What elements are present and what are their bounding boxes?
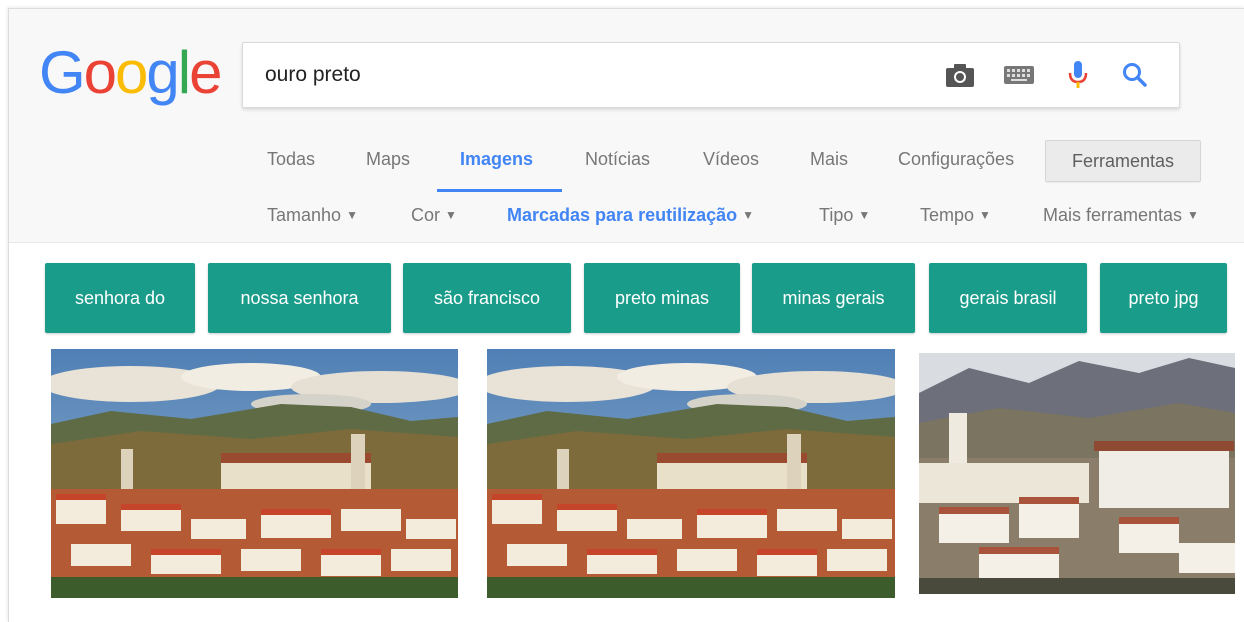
filter-label: Marcadas para reutilização [507, 205, 738, 225]
filter-color[interactable]: Cor ▼ [411, 205, 457, 226]
dropdown-caret-icon: ▼ [742, 208, 754, 222]
filter-time[interactable]: Tempo ▼ [920, 205, 991, 226]
filter-bar: Tamanho ▼ Cor ▼ Marcadas para reutilização… [9, 201, 1244, 231]
tab-mais[interactable]: Mais [810, 149, 848, 170]
filter-label: Tipo [819, 205, 854, 225]
filter-label: Tempo [920, 205, 975, 225]
tab-noticias[interactable]: Notícias [585, 149, 650, 170]
active-tab-indicator [437, 189, 562, 192]
tab-imagens[interactable]: Imagens [460, 149, 533, 170]
image-result[interactable] [51, 349, 458, 598]
browser-page: Google Todas Maps Imagens Notícias Vídeo… [8, 8, 1244, 622]
search-input[interactable] [265, 60, 905, 90]
logo-letter: g [146, 39, 179, 106]
filter-type[interactable]: Tipo ▼ [819, 205, 870, 226]
dropdown-caret-icon: ▼ [979, 208, 991, 222]
tab-todas[interactable]: Todas [267, 149, 315, 170]
dropdown-caret-icon: ▼ [445, 208, 457, 222]
search-header: Google Todas Maps Imagens Notícias Vídeo… [9, 9, 1244, 243]
related-chip[interactable]: senhora do [45, 263, 195, 333]
search-icon[interactable] [1119, 59, 1151, 91]
dropdown-caret-icon: ▼ [858, 208, 871, 222]
filter-usage-rights[interactable]: Marcadas para reutilização ▼ [507, 205, 754, 226]
image-result[interactable] [919, 353, 1235, 594]
google-logo[interactable]: Google [39, 39, 223, 106]
microphone-icon[interactable] [1062, 59, 1094, 91]
logo-letter: o [115, 39, 148, 106]
tab-configuracoes[interactable]: Configurações [898, 149, 1014, 170]
filter-size[interactable]: Tamanho ▼ [267, 205, 358, 226]
related-chip[interactable]: nossa senhora [208, 263, 391, 333]
logo-letter: e [189, 39, 222, 106]
tab-videos[interactable]: Vídeos [703, 149, 759, 170]
filter-label: Tamanho [267, 205, 342, 225]
search-box [242, 42, 1180, 108]
logo-letter: l [177, 39, 191, 106]
related-chip[interactable]: preto minas [584, 263, 740, 333]
related-chip[interactable]: gerais brasil [929, 263, 1087, 333]
related-chip[interactable]: preto jpg [1100, 263, 1227, 333]
filter-label: Mais ferramentas [1043, 205, 1183, 225]
related-chip[interactable]: minas gerais [752, 263, 915, 333]
dropdown-caret-icon: ▼ [346, 208, 358, 222]
filter-label: Cor [411, 205, 441, 225]
image-result[interactable] [487, 349, 895, 598]
keyboard-icon[interactable] [1003, 59, 1035, 91]
tools-button[interactable]: Ferramentas [1045, 140, 1201, 182]
related-chip[interactable]: são francisco [403, 263, 571, 333]
camera-icon[interactable] [944, 59, 976, 91]
dropdown-caret-icon: ▼ [1187, 208, 1199, 222]
logo-letter: o [83, 39, 117, 106]
filter-more-tools[interactable]: Mais ferramentas ▼ [1043, 205, 1199, 226]
tab-maps[interactable]: Maps [366, 149, 410, 170]
logo-letter: G [39, 39, 86, 106]
